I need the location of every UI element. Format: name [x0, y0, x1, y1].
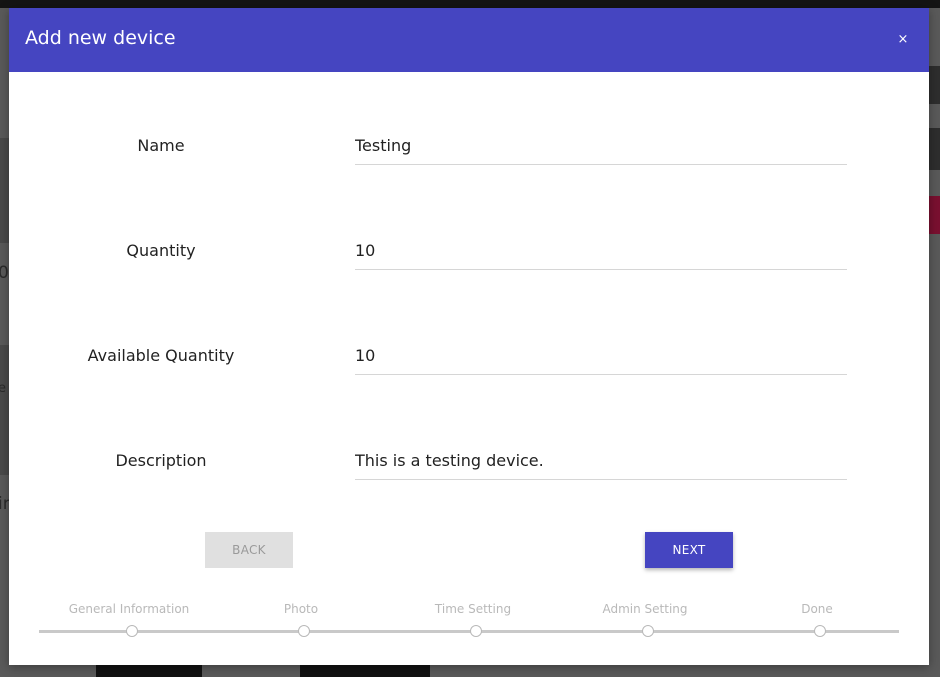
name-input[interactable]: [355, 126, 847, 165]
modal-title: Add new device: [25, 27, 176, 49]
quantity-input[interactable]: [355, 231, 847, 270]
background-panel: [0, 138, 9, 243]
close-icon[interactable]: ×: [895, 32, 911, 48]
form-row-name: Name: [9, 126, 929, 166]
background-topbar: [0, 0, 940, 8]
step-dot-done[interactable]: [814, 625, 826, 637]
available-quantity-label: Available Quantity: [87, 346, 235, 365]
back-button[interactable]: BACK: [205, 532, 293, 568]
available-quantity-input[interactable]: [355, 336, 847, 375]
step-dot-general-information[interactable]: [126, 625, 138, 637]
name-label: Name: [137, 136, 185, 155]
next-button[interactable]: NEXT: [645, 532, 733, 568]
form-row-quantity: Quantity: [9, 231, 929, 271]
step-label-time-setting: Time Setting: [434, 602, 512, 616]
background-panel: [0, 345, 9, 475]
step-label-photo: Photo: [283, 602, 319, 616]
step-dot-admin-setting[interactable]: [642, 625, 654, 637]
background-tab: [929, 128, 940, 170]
description-label: Description: [115, 451, 207, 470]
form-row-available-quantity: Available Quantity: [9, 336, 929, 376]
step-label-done: Done: [801, 602, 833, 616]
modal-header: Add new device ×: [9, 8, 929, 72]
form-row-description: Description: [9, 441, 929, 481]
background-red-tab: [929, 196, 940, 234]
stepper-track: [39, 630, 899, 633]
description-input[interactable]: [355, 441, 847, 480]
step-label-admin-setting: Admin Setting: [602, 602, 688, 616]
background-tab: [929, 66, 940, 104]
background-text: e: [0, 381, 6, 396]
step-dot-time-setting[interactable]: [470, 625, 482, 637]
quantity-label: Quantity: [126, 241, 196, 260]
background-photo: [96, 665, 202, 677]
step-dot-photo[interactable]: [298, 625, 310, 637]
add-device-modal: Add new device × Name Quantity Available…: [9, 8, 929, 665]
step-label-general-information: General Information: [68, 602, 190, 616]
background-photo: [300, 665, 430, 677]
